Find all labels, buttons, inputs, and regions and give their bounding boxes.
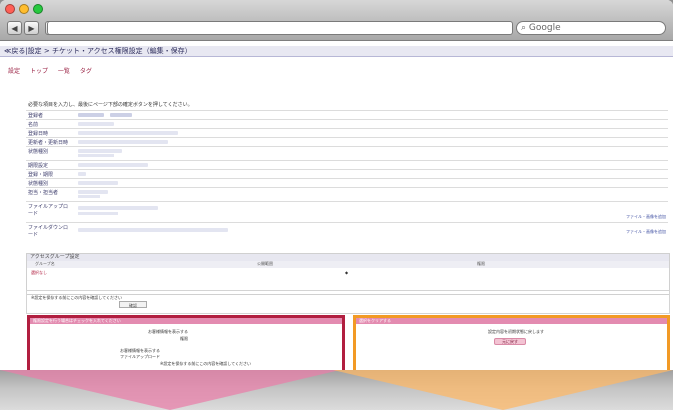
window-controls [5, 4, 43, 14]
panel-title: 選択をクリアする [356, 318, 667, 324]
form-value [78, 140, 168, 144]
notice-box: ※設定を保存する前にこの内容を確認してください 確認 [26, 290, 670, 314]
form-label: 登録者 [28, 113, 44, 119]
form-value [110, 113, 132, 117]
form-value [78, 212, 118, 215]
close-window-button[interactable] [5, 4, 15, 14]
form-value [78, 206, 158, 210]
form-label: 担当・担当者 [28, 190, 59, 196]
browser-window: ◀ ▶ C ⌕ Google ≪戻る|設定 > チケット・アクセス権限設定（編集… [0, 0, 673, 410]
form-label: 更新者・更新日時 [28, 140, 69, 146]
confirm-button[interactable]: 確認 [119, 301, 147, 308]
tab-tags[interactable]: タグ [80, 68, 92, 75]
form-value [78, 195, 100, 198]
form-row: 状態種別 [26, 146, 668, 160]
form-value [78, 149, 122, 153]
breadcrumb: ≪戻る|設定 > チケット・アクセス権限設定（編集・保存） [0, 46, 673, 57]
form-value [78, 122, 114, 126]
form-value [78, 163, 148, 167]
tab-top[interactable]: トップ [30, 68, 48, 75]
panel-text: ファイルアップロード [120, 354, 160, 359]
section-title: アクセスグループ設定 [27, 254, 669, 261]
page-tabs: 設定 トップ 一覧 タグ [8, 66, 100, 75]
form-value [78, 228, 228, 232]
panel-text: 権限 [180, 336, 188, 341]
section-column-headers: グループ名 公開範囲 権限 [27, 261, 669, 268]
panel-text: ※設定を保存する前にこの内容を確認してください [160, 361, 252, 366]
access-group-section: アクセスグループ設定 グループ名 公開範囲 権限 選択なし ◆ [26, 253, 670, 295]
add-file-link[interactable]: ファイル・画像を追加 [626, 214, 666, 220]
form-row: 登録者 [26, 110, 668, 119]
form-value [78, 172, 86, 176]
form-row: 状態種別 [26, 178, 668, 187]
section-row: 選択なし ◆ [27, 268, 669, 277]
form-row: 名前 [26, 119, 668, 128]
zoom-window-button[interactable] [33, 4, 43, 14]
minimize-window-button[interactable] [19, 4, 29, 14]
form-label: 名前 [28, 122, 39, 128]
form-label: ファイルダウンロード [28, 225, 69, 238]
tab-list[interactable]: 一覧 [58, 68, 70, 75]
notice-text: ※設定を保存する前にこの内容を確認してください [31, 295, 123, 300]
form-label: 登録・期限 [28, 172, 54, 178]
page-content: ≪戻る|設定 > チケット・アクセス権限設定（編集・保存） 設定 トップ 一覧 … [0, 41, 673, 410]
search-placeholder: Google [528, 23, 561, 33]
back-button[interactable]: ◀ [7, 21, 22, 35]
form-row: 担当・担当者 [26, 187, 668, 201]
form-label: 登録日時 [28, 131, 49, 137]
browser-titlebar: ◀ ▶ C ⌕ Google [0, 0, 673, 41]
edit-form: 登録者 名前 登録日時 更新者・更新日時 状態種別 期限設定 登録・期限 状態種… [26, 110, 668, 243]
form-value [78, 154, 114, 157]
form-value [78, 113, 104, 117]
instruction-text: 必要な項目を入力し、最後にページ下部の確定ボタンを押してください。 [28, 102, 193, 108]
bottom-shading [0, 370, 673, 410]
column-header: 公開範囲 [257, 261, 273, 266]
form-label: 状態種別 [28, 181, 49, 187]
form-value [78, 190, 108, 194]
form-row: 登録日時 [26, 128, 668, 137]
form-label: ファイルアップロード [28, 204, 69, 217]
row-text: 選択なし [31, 270, 47, 275]
select-icon[interactable]: ◆ [345, 270, 348, 275]
address-bar[interactable] [47, 21, 513, 35]
column-header: グループ名 [35, 261, 55, 266]
search-field[interactable]: ⌕ Google [516, 21, 666, 35]
decorative-fan [0, 370, 340, 410]
form-label: 期限設定 [28, 163, 49, 169]
decorative-fan [333, 370, 673, 410]
forward-button[interactable]: ▶ [24, 21, 39, 35]
reset-button[interactable]: 元に戻す [494, 338, 526, 345]
tab-settings[interactable]: 設定 [8, 68, 20, 75]
form-value [78, 131, 178, 135]
form-label: 状態種別 [28, 149, 49, 155]
form-row: 期限設定 [26, 160, 668, 169]
form-row: 更新者・更新日時 [26, 137, 668, 146]
form-row: ファイルダウンロード ファイル・画像を追加 [26, 222, 668, 243]
form-value [78, 181, 118, 185]
form-row: 登録・期限 [26, 169, 668, 178]
column-header: 権限 [477, 261, 485, 266]
search-icon: ⌕ [521, 23, 527, 33]
add-file-link[interactable]: ファイル・画像を追加 [626, 229, 666, 235]
form-row: ファイルアップロード ファイル・画像を追加 [26, 201, 668, 222]
panel-title: 権限設定を行う場合はチェックを入れてください [30, 318, 342, 324]
panel-text: 設定内容を初期状態に戻します [488, 329, 544, 334]
panel-text: お客様情報を表示する [148, 329, 188, 334]
